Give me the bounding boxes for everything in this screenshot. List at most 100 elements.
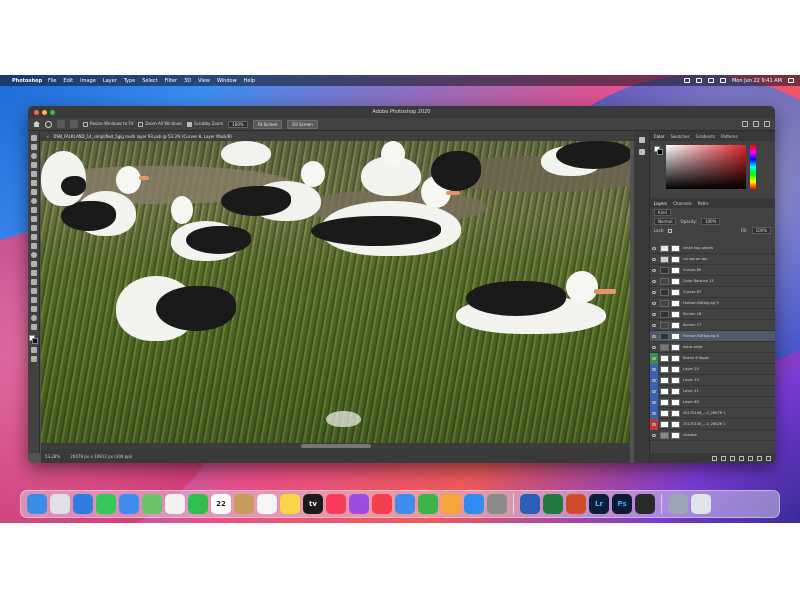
photoshop-icon[interactable]: Ps [612, 494, 632, 514]
menu-select[interactable]: Select [142, 78, 157, 84]
home-icon[interactable] [33, 121, 40, 127]
layer-mask-thumbnail[interactable] [671, 398, 680, 406]
document-canvas[interactable] [41, 141, 630, 451]
layer-row[interactable]: Curves 67 [650, 287, 775, 298]
layer-mask-thumbnail[interactable] [671, 244, 680, 252]
layer-row[interactable]: Kurven 17 [650, 320, 775, 331]
preview-icon[interactable] [668, 494, 688, 514]
zoom-all-windows-option[interactable]: Zoom All Windows [138, 121, 182, 127]
menu-window[interactable]: Window [217, 78, 237, 84]
control-center-icon[interactable] [719, 78, 726, 83]
layer-row[interactable]: small hop pieces [650, 243, 775, 254]
frame-tool-icon[interactable] [30, 180, 37, 186]
zoom-out-button[interactable] [70, 120, 78, 128]
app-store-icon[interactable] [464, 494, 484, 514]
maps-icon[interactable] [142, 494, 162, 514]
hue-slider[interactable] [750, 145, 756, 189]
tab-paths[interactable]: Paths [698, 201, 709, 206]
blur-tool-icon[interactable] [30, 252, 37, 258]
mail-icon[interactable] [119, 494, 139, 514]
fit-screen-button[interactable]: Fit Screen [252, 119, 283, 129]
type-tool-icon[interactable] [30, 279, 37, 285]
layer-mask-thumbnail[interactable] [671, 277, 680, 285]
layer-mask-thumbnail[interactable] [671, 409, 680, 417]
tab-color[interactable]: Color [654, 134, 664, 139]
layer-thumbnail[interactable] [660, 299, 669, 307]
healing-brush-icon[interactable] [30, 198, 37, 204]
launchpad-icon[interactable] [50, 494, 70, 514]
layer-mask-thumbnail[interactable] [671, 420, 680, 428]
contacts-icon[interactable] [234, 494, 254, 514]
close-tab-icon[interactable]: × [46, 134, 49, 139]
workspace-icon[interactable] [753, 121, 759, 127]
dodge-tool-icon[interactable] [30, 261, 37, 267]
layer-thumbnail[interactable] [660, 431, 669, 439]
hand-tool-icon[interactable] [30, 306, 37, 312]
layer-thumbnail[interactable] [660, 376, 669, 384]
layer-mask-thumbnail[interactable] [671, 299, 680, 307]
lock-icon[interactable] [668, 228, 673, 233]
system-preferences-icon[interactable] [487, 494, 507, 514]
color-panel-swatches[interactable] [654, 146, 663, 155]
layer-thumbnail[interactable] [660, 365, 669, 373]
eye-icon[interactable] [650, 276, 658, 287]
gradient-tool-icon[interactable] [30, 243, 37, 249]
menu-help[interactable]: Help [244, 78, 255, 84]
layer-row[interactable]: Farbton/Sättigung 8 [650, 331, 775, 342]
eye-icon[interactable] [650, 397, 658, 408]
layer-row[interactable]: Layer 21 [650, 386, 775, 397]
document-tab[interactable]: × DSN_FALKLAND_14_simplified_5gig multi … [40, 131, 640, 141]
quick-select-tool-icon[interactable] [30, 162, 37, 168]
eye-icon[interactable] [650, 331, 658, 342]
music-icon[interactable] [326, 494, 346, 514]
powerpoint-icon[interactable] [566, 494, 586, 514]
display-icon[interactable] [683, 78, 690, 83]
pages-icon[interactable] [441, 494, 461, 514]
status-zoom[interactable]: 53.28% [45, 454, 60, 459]
eye-icon[interactable] [650, 287, 658, 298]
layer-kind-filter[interactable]: Kind [654, 209, 671, 216]
layer-mask-thumbnail[interactable] [671, 431, 680, 439]
layer-mask-thumbnail[interactable] [671, 288, 680, 296]
layer-mask-thumbnail[interactable] [671, 376, 680, 384]
more-tools-icon[interactable] [30, 324, 37, 330]
opacity-field[interactable]: 100% [700, 218, 721, 225]
share-icon[interactable] [764, 121, 770, 127]
wifi-icon[interactable] [695, 78, 702, 83]
layer-thumbnail[interactable] [660, 288, 669, 296]
excel-icon[interactable] [543, 494, 563, 514]
layer-thumbnail[interactable] [660, 420, 669, 428]
fill-screen-button[interactable]: Fill Screen [287, 119, 318, 129]
eye-icon[interactable] [650, 375, 658, 386]
menu-filter[interactable]: Filter [165, 78, 177, 84]
podcasts-icon[interactable] [349, 494, 369, 514]
trash-icon[interactable] [691, 494, 711, 514]
layer-row[interactable]: Kurven 18 [650, 309, 775, 320]
crop-tool-icon[interactable] [30, 171, 37, 177]
menu-app-name[interactable]: Photoshop [12, 78, 42, 84]
menu-type[interactable]: Type [124, 78, 135, 84]
add-mask-icon[interactable] [730, 455, 735, 461]
fill-field[interactable]: 100% [751, 227, 771, 234]
eye-icon[interactable] [650, 298, 658, 309]
delete-layer-icon[interactable] [766, 455, 771, 461]
layer-mask-thumbnail[interactable] [671, 343, 680, 351]
scrubby-zoom-option[interactable]: Scrubby Zoom [187, 121, 223, 127]
tab-layers[interactable]: Layers [654, 201, 667, 206]
tab-channels[interactable]: Channels [673, 201, 692, 206]
siri-icon[interactable] [788, 78, 794, 83]
tab-gradients[interactable]: Gradients [696, 134, 716, 139]
eyedropper-tool-icon[interactable] [30, 189, 37, 195]
tab-patterns[interactable]: Patterns [721, 134, 737, 139]
menu-layer[interactable]: Layer [103, 78, 117, 84]
word-icon[interactable] [520, 494, 540, 514]
menu-image[interactable]: Image [80, 78, 96, 84]
pen-tool-icon[interactable] [30, 270, 37, 276]
eye-icon[interactable] [650, 309, 658, 320]
layer-mask-thumbnail[interactable] [671, 354, 680, 362]
eye-icon[interactable] [650, 386, 658, 397]
lightroom-icon[interactable]: Lr [589, 494, 609, 514]
history-panel-icon[interactable] [638, 137, 645, 143]
menu-clock[interactable]: Mon Jun 22 9:41 AM [732, 78, 782, 84]
layer-row[interactable]: 20170108_...0_28026 1 [650, 419, 775, 430]
